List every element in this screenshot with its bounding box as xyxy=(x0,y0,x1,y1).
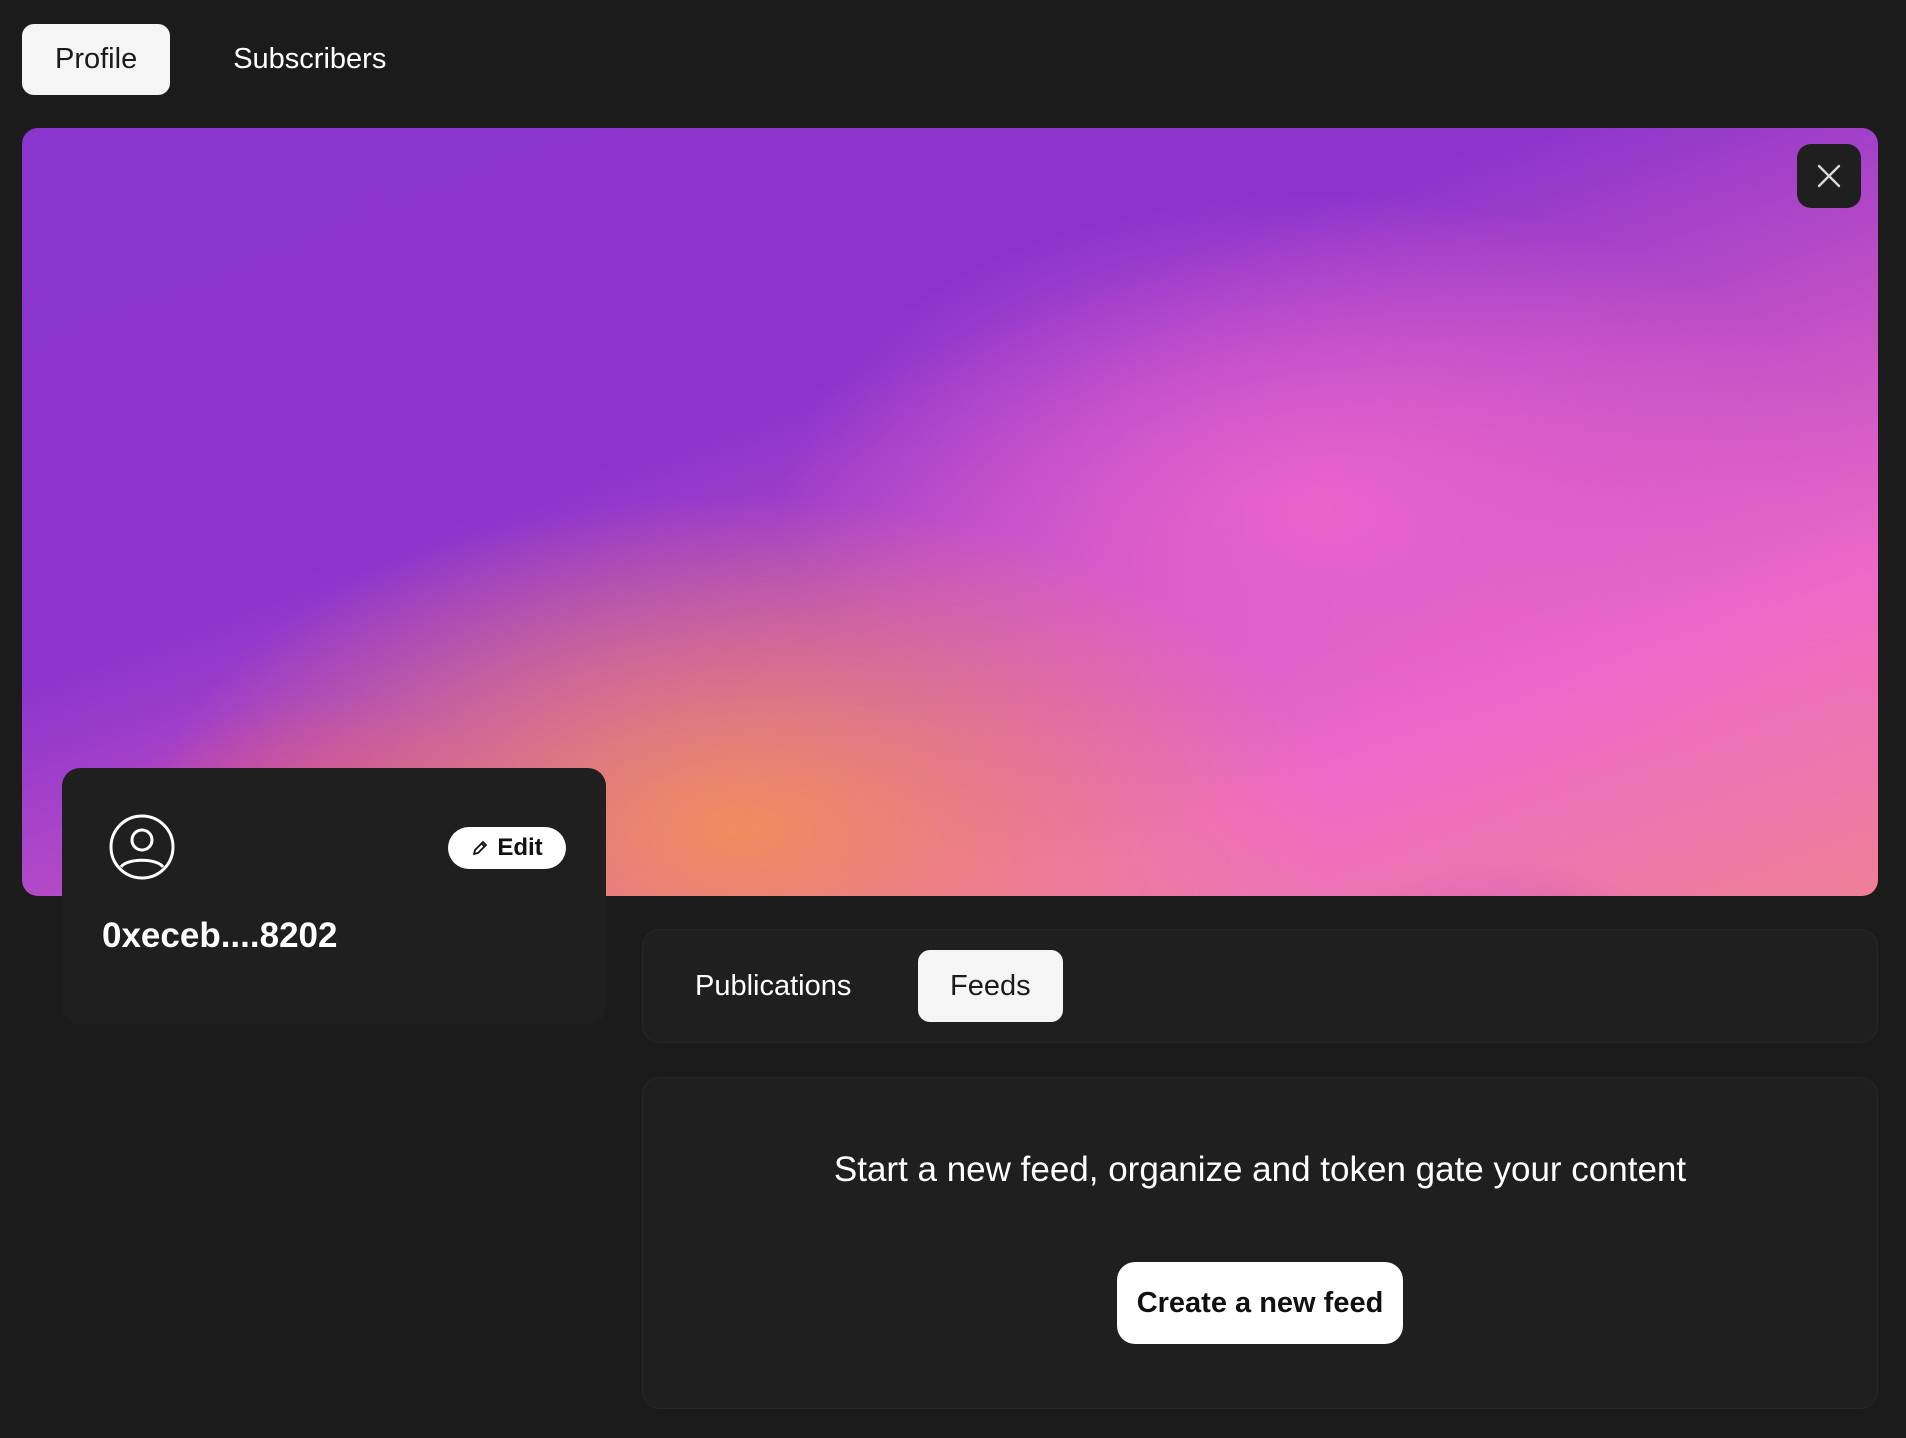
profile-name: 0xeceb....8202 xyxy=(102,916,338,955)
tab-feeds[interactable]: Feeds xyxy=(918,950,1063,1022)
edit-label: Edit xyxy=(497,834,543,861)
feeds-empty-panel: Start a new feed, organize and token gat… xyxy=(642,1077,1878,1409)
tab-profile[interactable]: Profile xyxy=(22,24,171,95)
tab-subscribers[interactable]: Subscribers xyxy=(200,24,419,95)
create-feed-button[interactable]: Create a new feed xyxy=(1117,1262,1403,1344)
close-button[interactable] xyxy=(1797,144,1861,208)
user-circle-icon xyxy=(109,814,175,880)
pencil-icon xyxy=(473,841,488,855)
empty-state-message: Start a new feed, organize and token gat… xyxy=(833,1150,1687,1189)
close-icon xyxy=(1817,164,1841,188)
content-tabs: Publications Feeds xyxy=(642,929,1878,1043)
top-nav-tabs: Profile Subscribers xyxy=(22,24,419,95)
profile-card: Edit 0xeceb....8202 xyxy=(62,768,606,1024)
edit-profile-button[interactable]: Edit xyxy=(448,827,566,869)
tab-publications[interactable]: Publications xyxy=(663,950,883,1022)
